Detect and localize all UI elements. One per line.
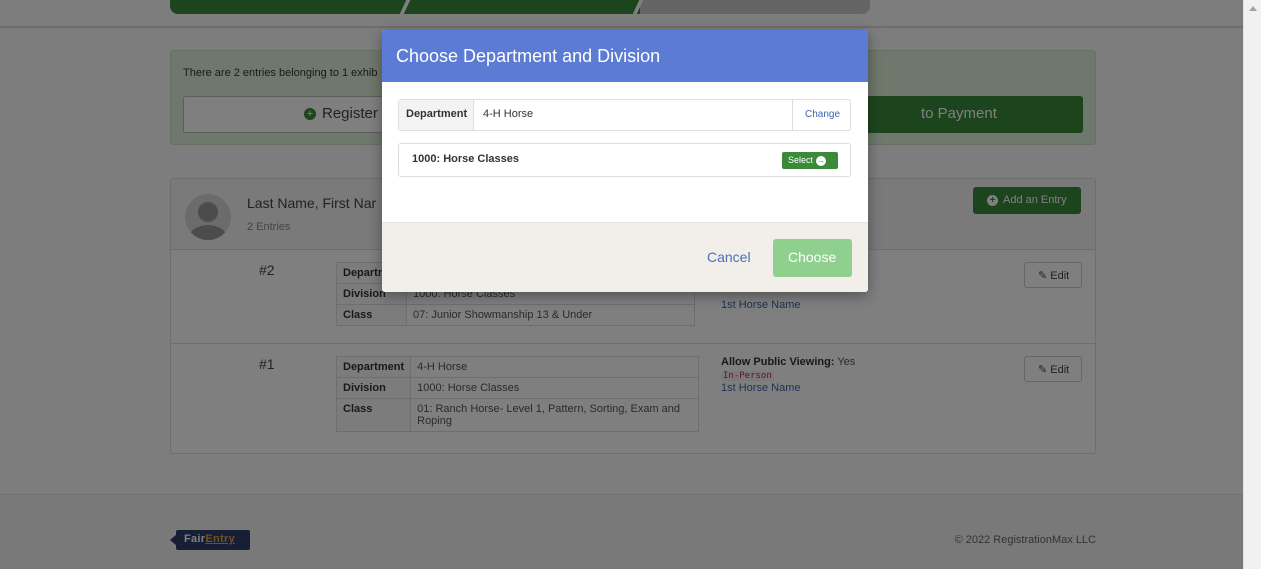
division-option: 1000: Horse Classes Select →	[398, 143, 851, 177]
scroll-up-icon[interactable]	[1249, 6, 1257, 11]
choose-department-modal: Choose Department and Division Departmen…	[382, 30, 868, 292]
cancel-button[interactable]: Cancel	[707, 249, 751, 265]
change-department-button[interactable]: Change	[792, 100, 850, 130]
arrow-right-circle-icon: →	[816, 156, 827, 166]
modal-title: Choose Department and Division	[396, 46, 661, 66]
modal-header: Choose Department and Division	[382, 30, 868, 82]
modal-footer: Cancel Choose	[382, 222, 868, 292]
scrollbar[interactable]	[1243, 0, 1261, 569]
choose-button[interactable]: Choose	[773, 239, 852, 277]
division-name: 1000: Horse Classes	[412, 153, 520, 165]
select-division-button[interactable]: Select →	[782, 152, 838, 169]
department-value: 4-H Horse	[483, 108, 534, 120]
department-label: Department	[399, 100, 474, 130]
select-label: Select	[788, 155, 814, 165]
department-selector: Department 4-H Horse Change	[398, 99, 851, 131]
